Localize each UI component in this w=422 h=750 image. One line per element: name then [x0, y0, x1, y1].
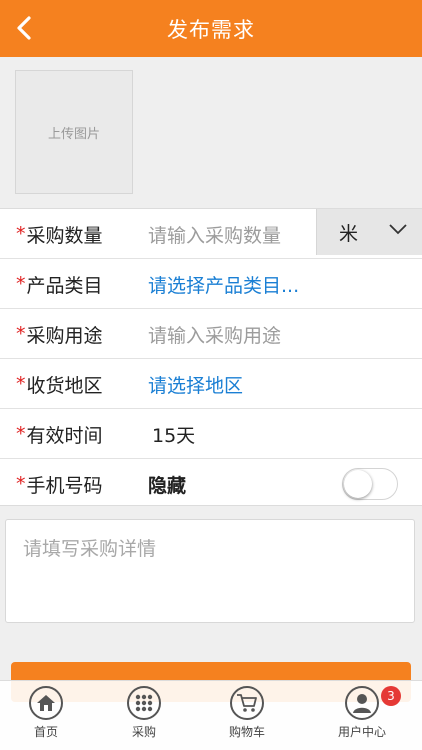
region-label: * 收货地区 — [16, 373, 103, 397]
page-title: 发布需求 — [167, 17, 255, 42]
tab-purchase-label: 采购 — [131, 725, 156, 739]
region-select[interactable]: 请选择地区 — [148, 359, 243, 409]
row-region: * 收货地区 请选择地区 — [0, 359, 422, 409]
row-phone: * 手机号码 隐藏 — [0, 459, 422, 509]
required-mark: * — [16, 423, 26, 445]
tab-cart-label: 购物车 — [228, 725, 265, 739]
cart-icon — [230, 686, 264, 720]
row-quantity: * 采购数量 请输入采购数量 米 — [0, 209, 422, 259]
upload-image-label: 上传图片 — [47, 126, 100, 142]
required-mark: * — [16, 323, 26, 345]
category-label: * 产品类目 — [16, 273, 103, 297]
required-mark: * — [16, 223, 26, 245]
user-icon — [345, 686, 379, 720]
tab-purchase[interactable]: 采购 — [104, 681, 184, 750]
phone-label: * 手机号码 — [16, 473, 103, 497]
required-mark: * — [16, 473, 26, 495]
app-header: 发布需求 — [0, 0, 422, 57]
tab-home[interactable]: 首页 — [6, 681, 86, 750]
grid-icon — [127, 686, 161, 720]
category-select[interactable]: 请选择产品类目... — [148, 259, 299, 309]
row-valid-time: * 有效时间 15天 — [0, 409, 422, 459]
home-icon — [29, 686, 63, 720]
unit-select[interactable]: 米 — [316, 209, 422, 255]
purpose-input[interactable]: 请输入采购用途 — [148, 309, 281, 359]
details-placeholder: 请填写采购详情 — [23, 538, 157, 560]
row-category: * 产品类目 请选择产品类目... — [0, 259, 422, 309]
quantity-input[interactable]: 请输入采购数量 — [148, 209, 281, 259]
required-mark: * — [16, 273, 26, 295]
details-textarea[interactable]: 请填写采购详情 — [5, 519, 415, 623]
purpose-label: * 采购用途 — [16, 323, 103, 347]
tab-user-center-label: 用户中心 — [337, 725, 386, 739]
notification-badge: 3 — [381, 686, 401, 706]
upload-image-button[interactable]: 上传图片 — [15, 70, 133, 194]
hide-phone-toggle[interactable] — [342, 468, 398, 500]
valid-time-label: * 有效时间 — [16, 423, 103, 447]
demand-form: * 采购数量 请输入采购数量 米 * 产品类目 请选择产品类目... * 采购用… — [0, 208, 422, 506]
unit-value: 米 — [339, 222, 359, 245]
valid-time-value[interactable]: 15天 — [152, 409, 195, 459]
back-button[interactable] — [4, 8, 44, 48]
row-purpose: * 采购用途 请输入采购用途 — [0, 309, 422, 359]
required-mark: * — [16, 373, 26, 395]
chevron-down-icon — [389, 224, 407, 235]
back-arrow-icon — [17, 16, 31, 40]
quantity-label: * 采购数量 — [16, 223, 103, 247]
toggle-knob — [344, 470, 372, 498]
tab-cart[interactable]: 购物车 — [207, 681, 287, 750]
phone-hidden-label: 隐藏 — [148, 474, 187, 497]
tab-home-label: 首页 — [33, 725, 58, 739]
bottom-tab-bar: 首页 采购 购物车 用户中心 — [0, 680, 422, 750]
